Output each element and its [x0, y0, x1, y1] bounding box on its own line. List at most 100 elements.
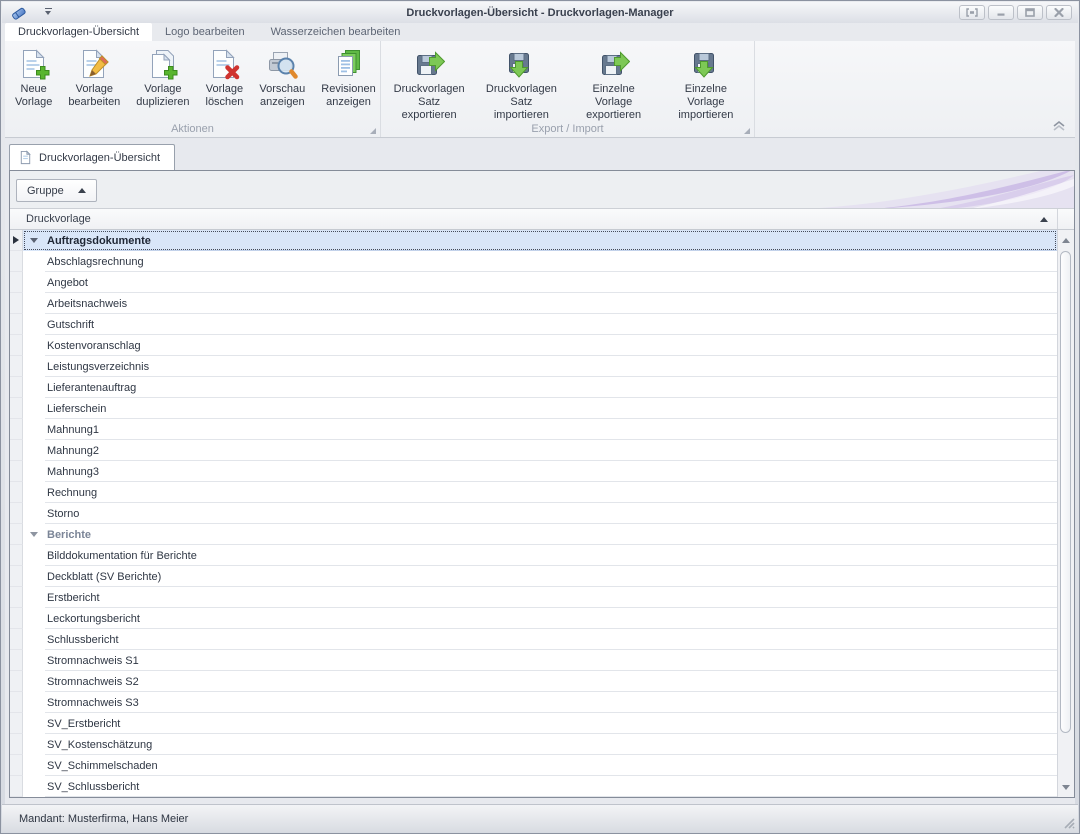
document-edit-icon — [78, 48, 110, 80]
table-row-body[interactable]: Lieferschein — [23, 398, 1057, 419]
table-row[interactable]: Kostenvoranschlag — [10, 335, 1057, 356]
table-row[interactable]: Storno — [10, 503, 1057, 524]
row-indicator-cell — [10, 629, 23, 650]
row-indicator-cell — [10, 272, 23, 293]
resize-grip[interactable] — [1062, 816, 1075, 829]
import-icon — [505, 48, 537, 80]
table-row[interactable]: Stromnachweis S3 — [10, 692, 1057, 713]
ribbon-tab-logo-bearbeiten[interactable]: Logo bearbeiten — [152, 23, 258, 41]
table-row[interactable]: Mahnung1 — [10, 419, 1057, 440]
decorative-swoosh — [764, 171, 1074, 209]
app-menu-icon[interactable] — [10, 5, 28, 21]
table-row-body[interactable]: Mahnung3 — [23, 461, 1057, 482]
table-row[interactable]: SV_Schlussbericht — [10, 776, 1057, 797]
maximize-icon — [1024, 8, 1036, 17]
table-row-body[interactable]: Bilddokumentation für Berichte — [23, 545, 1057, 566]
minimize-button[interactable] — [988, 5, 1014, 20]
ribbon-button-vorlage-löschen[interactable]: Vorlage löschen — [198, 45, 252, 123]
table-row-body[interactable]: SV_Schlussbericht — [23, 776, 1057, 797]
group-row-body[interactable]: Berichte — [23, 524, 1057, 545]
ribbon-button-druckvorlagen-satz-exportieren[interactable]: Druckvorlagen Satz exportieren — [383, 45, 475, 123]
row-indicator-cell — [10, 734, 23, 755]
table-row[interactable]: Bilddokumentation für Berichte — [10, 545, 1057, 566]
table-row[interactable]: Mahnung3 — [10, 461, 1057, 482]
table-row[interactable]: SV_Kostenschätzung — [10, 734, 1057, 755]
close-button[interactable] — [1046, 5, 1072, 20]
table-row[interactable]: Leistungsverzeichnis — [10, 356, 1057, 377]
table-row[interactable]: Schlussbericht — [10, 629, 1057, 650]
document-duplicate-icon — [147, 48, 179, 80]
group-dialog-launcher-icon[interactable] — [744, 128, 750, 134]
group-collapse-icon[interactable] — [30, 238, 38, 243]
scroll-up-icon[interactable] — [1058, 232, 1074, 248]
table-row-body[interactable]: Gutschrift — [23, 314, 1057, 335]
table-row[interactable]: Stromnachweis S1 — [10, 650, 1057, 671]
table-row-body[interactable]: Kostenvoranschlag — [23, 335, 1057, 356]
table-row[interactable]: Mahnung2 — [10, 440, 1057, 461]
table-row-body[interactable]: Stromnachweis S1 — [23, 650, 1057, 671]
table-row[interactable]: SV_Erstbericht — [10, 713, 1057, 734]
table-row[interactable]: Leckortungsbericht — [10, 608, 1057, 629]
table-row[interactable]: SV_Schimmelschaden — [10, 755, 1057, 776]
ribbon-button-vorlage-duplizieren[interactable]: Vorlage duplizieren — [128, 45, 197, 123]
column-header-druckvorlage[interactable]: Druckvorlage — [10, 209, 1057, 229]
ribbon-button-revisionen-anzeigen[interactable]: Revisionen anzeigen — [313, 45, 383, 123]
table-row-body[interactable]: Stromnachweis S3 — [23, 692, 1057, 713]
table-row-body[interactable]: Stromnachweis S2 — [23, 671, 1057, 692]
table-row[interactable]: Stromnachweis S2 — [10, 671, 1057, 692]
ribbon-tab-druckvorlagen-übersicht[interactable]: Druckvorlagen-Übersicht — [5, 23, 152, 41]
sort-ascending-icon — [1040, 217, 1048, 222]
ribbon-button-druckvorlagen-satz-importieren[interactable]: Druckvorlagen Satz importieren — [475, 45, 567, 123]
table-row-body[interactable]: Leckortungsbericht — [23, 608, 1057, 629]
table-row-body[interactable]: Schlussbericht — [23, 629, 1057, 650]
scroll-down-icon[interactable] — [1058, 779, 1074, 795]
table-row-body[interactable]: SV_Erstbericht — [23, 713, 1057, 734]
table-row[interactable]: Rechnung — [10, 482, 1057, 503]
table-row[interactable]: Deckblatt (SV Berichte) — [10, 566, 1057, 587]
ribbon-button-einzelne-vorlage-exportieren[interactable]: Einzelne Vorlage exportieren — [568, 45, 660, 123]
ribbon-button-vorlage-bearbeiten[interactable]: Vorlage bearbeiten — [60, 45, 128, 123]
table-row[interactable]: Lieferschein — [10, 398, 1057, 419]
grouped-column-button[interactable]: Gruppe — [16, 179, 97, 202]
table-row-body[interactable]: Deckblatt (SV Berichte) — [23, 566, 1057, 587]
scrollbar-thumb[interactable] — [1060, 251, 1071, 733]
ribbon-button-vorschau-anzeigen[interactable]: Vorschau anzeigen — [251, 45, 313, 123]
table-row-body[interactable]: Arbeitsnachweis — [23, 293, 1057, 314]
group-row-body[interactable]: Auftragsdokumente — [23, 230, 1057, 251]
quick-access-dropdown-icon[interactable] — [42, 8, 54, 18]
group-collapse-icon[interactable] — [30, 532, 38, 537]
table-row[interactable]: Arbeitsnachweis — [10, 293, 1057, 314]
table-row-body[interactable]: Lieferantenauftrag — [23, 377, 1057, 398]
table-row-body[interactable]: Erstbericht — [23, 587, 1057, 608]
ribbon-button-einzelne-vorlage-importieren[interactable]: Einzelne Vorlage importieren — [660, 45, 752, 123]
vertical-scrollbar[interactable] — [1057, 230, 1074, 797]
column-header-label: Druckvorlage — [26, 213, 91, 225]
fullscreen-button[interactable] — [959, 5, 985, 20]
table-row[interactable]: Angebot — [10, 272, 1057, 293]
group-dialog-launcher-icon[interactable] — [370, 128, 376, 134]
table-row-body[interactable]: Abschlagsrechnung — [23, 251, 1057, 272]
document-add-icon — [18, 48, 50, 80]
grid-area: Auftragsdokumente Abschlagsrechnung Ange… — [10, 230, 1074, 797]
table-row[interactable]: Lieferantenauftrag — [10, 377, 1057, 398]
table-row-body[interactable]: Leistungsverzeichnis — [23, 356, 1057, 377]
table-row-body[interactable]: Rechnung — [23, 482, 1057, 503]
table-row-body[interactable]: Storno — [23, 503, 1057, 524]
group-row-berichte[interactable]: Berichte — [10, 524, 1057, 545]
table-row-body[interactable]: Mahnung1 — [23, 419, 1057, 440]
table-row[interactable]: Gutschrift — [10, 314, 1057, 335]
table-row-body[interactable]: Mahnung2 — [23, 440, 1057, 461]
maximize-button[interactable] — [1017, 5, 1043, 20]
document-tab[interactable]: Druckvorlagen-Übersicht — [9, 144, 175, 170]
ribbon-button-neue-vorlage[interactable]: Neue Vorlage — [7, 45, 60, 123]
table-row-body[interactable]: SV_Kostenschätzung — [23, 734, 1057, 755]
table-row[interactable]: Abschlagsrechnung — [10, 251, 1057, 272]
ribbon-collapse-icon[interactable] — [1051, 120, 1067, 132]
group-row-auftragsdokumente[interactable]: Auftragsdokumente — [10, 230, 1057, 251]
table-row-body[interactable]: Angebot — [23, 272, 1057, 293]
document-tab-label: Druckvorlagen-Übersicht — [39, 152, 160, 164]
table-row[interactable]: Erstbericht — [10, 587, 1057, 608]
row-indicator-cell — [10, 251, 23, 272]
table-row-body[interactable]: SV_Schimmelschaden — [23, 755, 1057, 776]
ribbon-tab-wasserzeichen-bearbeiten[interactable]: Wasserzeichen bearbeiten — [258, 23, 414, 41]
